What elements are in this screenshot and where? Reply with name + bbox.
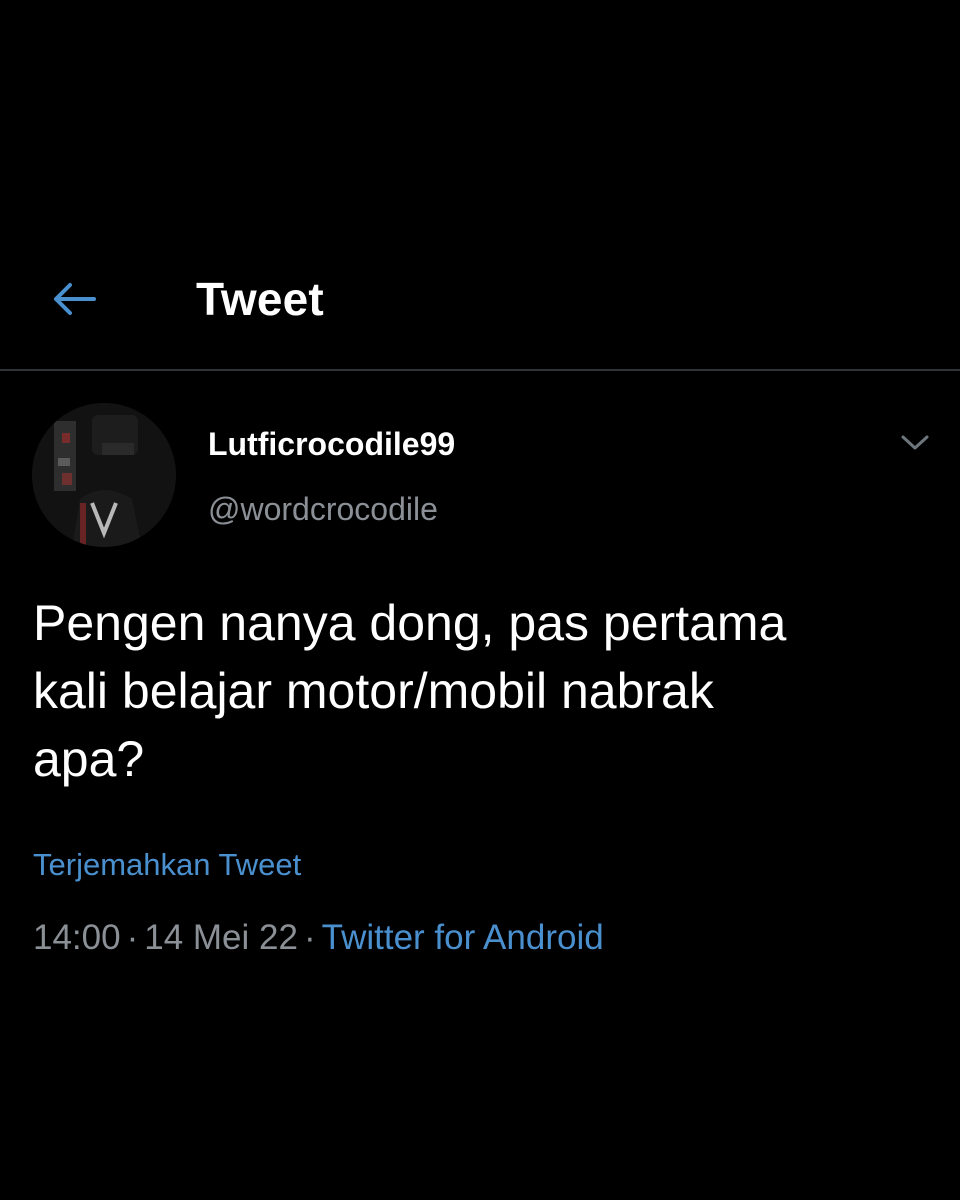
header-divider [0,369,960,371]
back-button[interactable] [46,274,102,324]
tweet-source-link[interactable]: Twitter for Android [322,918,604,957]
arrow-left-icon [54,283,96,315]
meta-separator: · [303,918,316,957]
meta-separator: · [126,918,139,957]
tweet-date: 14 Mei 22 [144,918,298,957]
tweet-time: 14:00 [33,918,121,957]
page-title: Tweet [196,273,324,325]
top-bar: Tweet [0,250,960,370]
tweet-meta: 14:00 · 14 Mei 22 · Twitter for Android [33,916,604,960]
tweet-text: Pengen nanya dong, pas pertama kali bela… [33,595,787,787]
author-display-name[interactable]: Lutficrocodile99 [208,424,455,464]
author-handle[interactable]: @wordcrocodile [208,489,438,529]
chevron-down-icon [901,435,929,450]
translate-tweet-link[interactable]: Terjemahkan Tweet [33,845,301,885]
avatar[interactable] [32,403,176,547]
more-options-button[interactable] [893,422,937,462]
